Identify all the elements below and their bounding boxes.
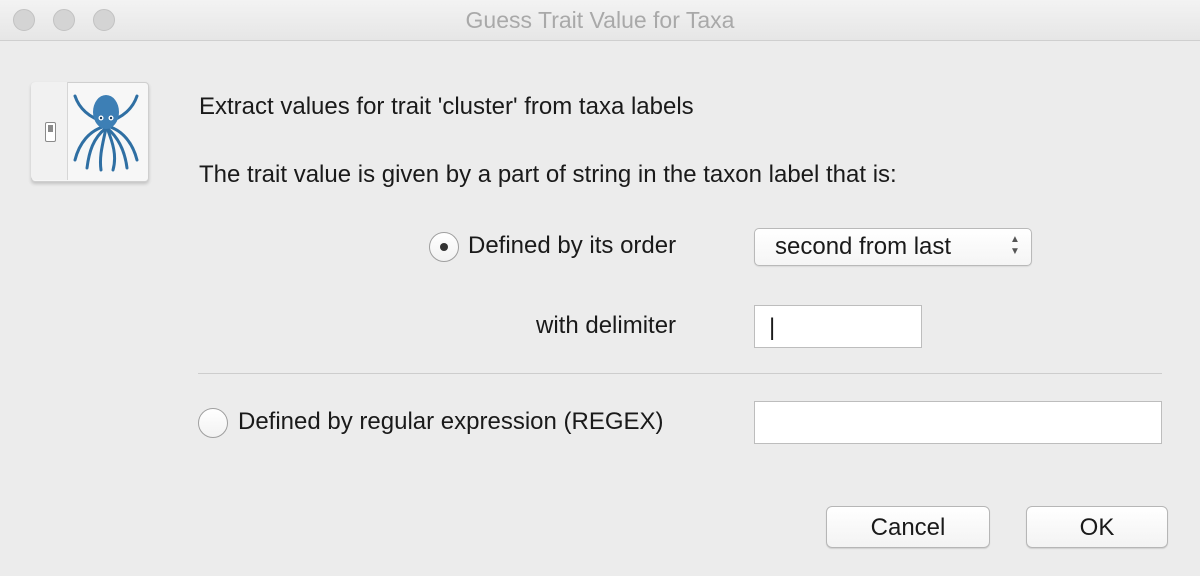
radio-selected-dot bbox=[440, 243, 448, 251]
regex-radio-button[interactable] bbox=[198, 408, 228, 438]
app-icon-strip bbox=[31, 82, 68, 180]
regex-input[interactable] bbox=[754, 401, 1162, 444]
toggle-switch-icon bbox=[45, 122, 56, 142]
ok-button[interactable]: OK bbox=[1026, 506, 1168, 548]
title-bar: Guess Trait Value for Taxa bbox=[0, 0, 1200, 41]
order-select[interactable]: second from last ▲ ▼ bbox=[754, 228, 1032, 266]
order-select-value: second from last bbox=[775, 233, 952, 260]
delimiter-value: | bbox=[769, 314, 776, 341]
window-title: Guess Trait Value for Taxa bbox=[465, 7, 735, 33]
order-option-label[interactable]: Defined by its order bbox=[468, 232, 676, 260]
octopus-art bbox=[73, 94, 139, 172]
dialog-subheading: The trait value is given by a part of st… bbox=[199, 161, 897, 188]
up-down-chevron-icon: ▲ ▼ bbox=[1010, 234, 1020, 257]
dialog-heading: Extract values for trait 'cluster' from … bbox=[199, 93, 694, 120]
regex-option-label[interactable]: Defined by regular expression (REGEX) bbox=[238, 408, 664, 436]
order-radio-button[interactable] bbox=[429, 232, 459, 262]
delimiter-input[interactable]: | bbox=[754, 305, 922, 348]
delimiter-label: with delimiter bbox=[536, 312, 677, 339]
section-divider bbox=[198, 373, 1162, 374]
octopus-icon bbox=[31, 82, 149, 182]
cancel-button[interactable]: Cancel bbox=[826, 506, 990, 548]
